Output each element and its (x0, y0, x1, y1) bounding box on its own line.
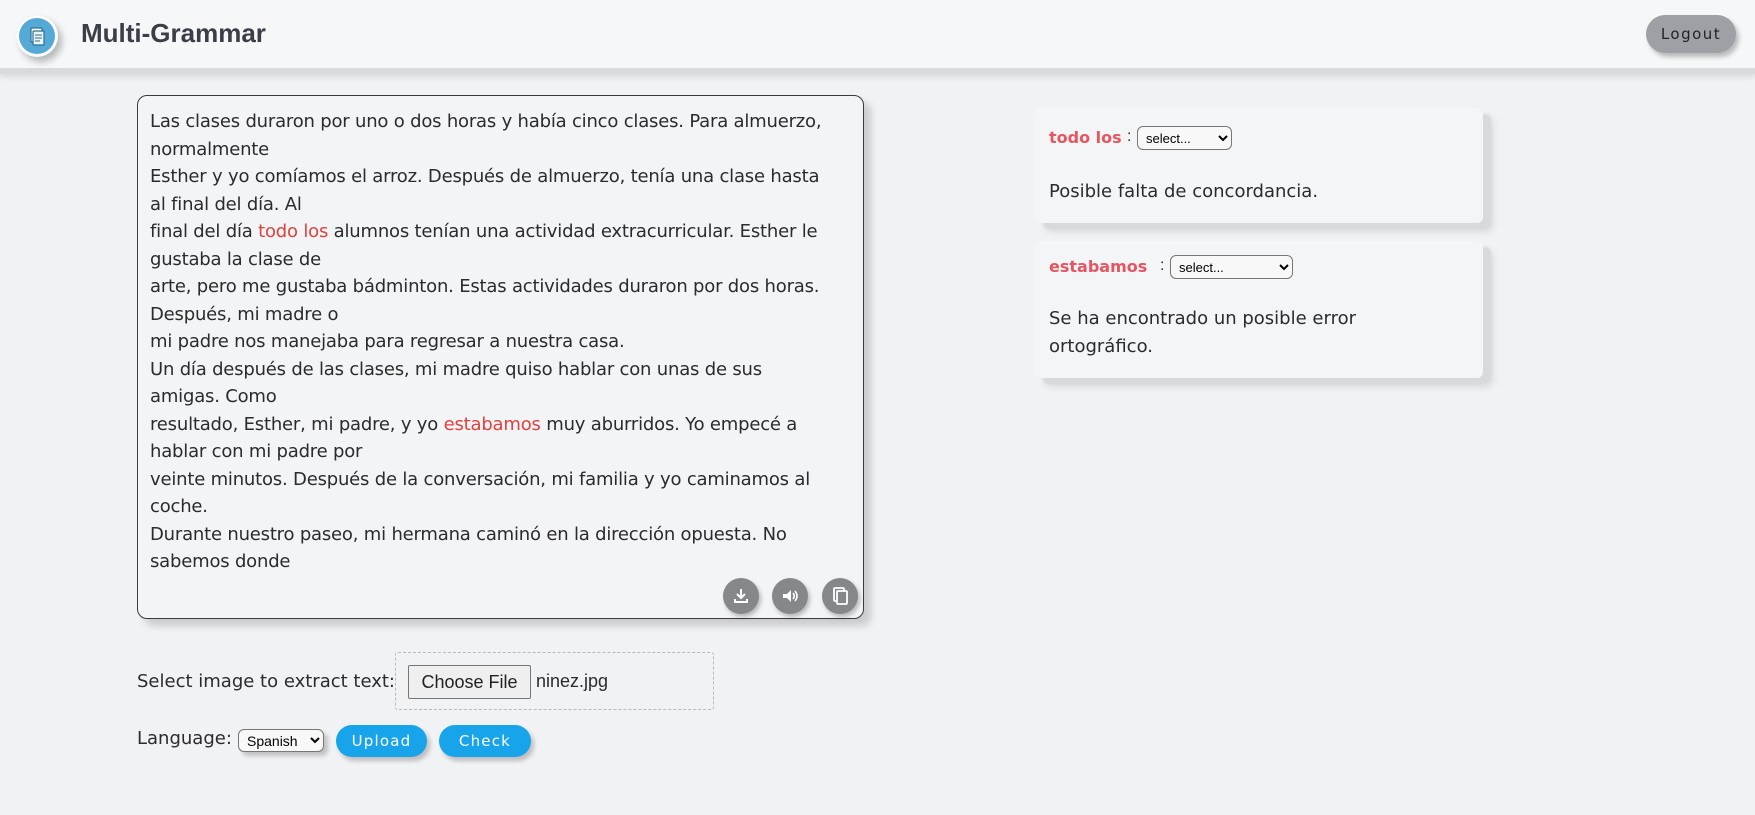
editor-text-span: arte, pero me gustaba bádminton. Estas a… (150, 276, 820, 297)
editor-line: Después, mi madre o (150, 301, 850, 329)
copy-icon[interactable] (822, 578, 858, 614)
editor-text-span: al final del día. Al (150, 193, 302, 215)
editor-line: Esther y yo comíamos el arroz. Después d… (150, 163, 850, 191)
editor-text-span: resultado, Esther, mi padre, y yo (150, 413, 444, 435)
editor-line: normalmente (150, 136, 850, 164)
selected-file-name: ninez.jpg (536, 671, 609, 691)
editor-text-span: amigas. Como (150, 386, 277, 407)
suggestion-select[interactable]: select... (1137, 126, 1232, 150)
top-bar: Multi-Grammar Logout (0, 0, 1755, 68)
editor-text-span: final del día (150, 221, 259, 242)
editor-text-span: alumnos tenían una actividad extracurric… (328, 221, 818, 242)
editor-text-span: gustaba la clase de (150, 248, 322, 270)
speaker-icon[interactable] (772, 578, 808, 614)
editor-line: sabemos donde (150, 548, 850, 576)
editor-line: hablar con mi padre por (150, 438, 850, 466)
editor-text-span: coche. (150, 496, 208, 517)
editor-line: Durante nuestro paseo, mi hermana caminó… (150, 521, 850, 549)
editor-text-span: Después, mi madre o (150, 303, 339, 325)
editor-line: arte, pero me gustaba bádminton. Estas a… (150, 273, 850, 301)
suggestion-message: Se ha encontrado un posible error ortogr… (1049, 308, 1356, 357)
editor-line: resultado, Esther, mi padre, y yo estaba… (150, 411, 850, 439)
editor-text-span: normalmente (150, 138, 270, 160)
check-button[interactable]: Check (439, 725, 531, 757)
select-image-label: Select image to extract text: (137, 671, 395, 692)
editor-text-span: Esther y yo comíamos el arroz. Después d… (150, 166, 820, 187)
choose-file-button[interactable]: Choose File (408, 665, 531, 699)
upload-button[interactable]: Upload (336, 725, 427, 757)
editor-text-span: mi padre nos manejaba para regresar a nu… (150, 331, 625, 352)
editor-text-span: veinte minutos. Después de la conversaci… (150, 468, 810, 490)
editor-line: Un día después de las clases, mi madre q… (150, 356, 850, 384)
editor-line: amigas. Como (150, 383, 850, 411)
editor-line: veinte minutos. Después de la conversaci… (150, 466, 850, 494)
editor-text[interactable]: Las clases duraron por uno o dos horas y… (150, 108, 850, 576)
text-editor[interactable]: Las clases duraron por uno o dos horas y… (137, 95, 864, 619)
suggestion-message: Posible falta de concordancia. (1049, 181, 1319, 202)
download-icon[interactable] (723, 578, 759, 614)
language-select[interactable]: Spanish (238, 729, 324, 752)
suggestion-colon: : (1160, 257, 1165, 274)
editor-line: al final del día. Al (150, 191, 850, 219)
language-label: Language: (137, 728, 232, 749)
suggestion-word: estabamos (1049, 257, 1148, 276)
app-title: Multi-Grammar (81, 18, 266, 48)
editor-text-span: Durante nuestro paseo, mi hermana caminó… (150, 523, 787, 545)
logout-button[interactable]: Logout (1646, 15, 1736, 53)
flagged-word[interactable]: estabamos (444, 414, 541, 435)
suggestion-word: todo los (1049, 128, 1122, 147)
editor-line: final del día todo los alumnos tenían un… (150, 218, 850, 246)
editor-text-span: muy aburridos. Yo empecé a (540, 413, 798, 435)
editor-text-span: Las clases duraron por uno o dos horas y… (150, 111, 822, 132)
editor-text-span: hablar con mi padre por (150, 441, 363, 462)
suggestion-select[interactable]: select... (1170, 255, 1293, 279)
suggestion-colon: : (1127, 128, 1132, 145)
editor-text-span: sabemos donde (150, 551, 291, 572)
editor-text-span: Un día después de las clases, mi madre q… (150, 358, 762, 380)
editor-line: Las clases duraron por uno o dos horas y… (150, 108, 850, 136)
editor-line: mi padre nos manejaba para regresar a nu… (150, 328, 850, 356)
editor-line: gustaba la clase de (150, 246, 850, 274)
suggestion-card: todo los : select... Posible falta de co… (1035, 108, 1483, 223)
app-logo-icon[interactable] (16, 15, 58, 57)
suggestion-card: estabamos : select... Se ha encontrado u… (1035, 241, 1483, 378)
flagged-word[interactable]: todo los (258, 221, 328, 242)
editor-line: coche. (150, 493, 850, 521)
